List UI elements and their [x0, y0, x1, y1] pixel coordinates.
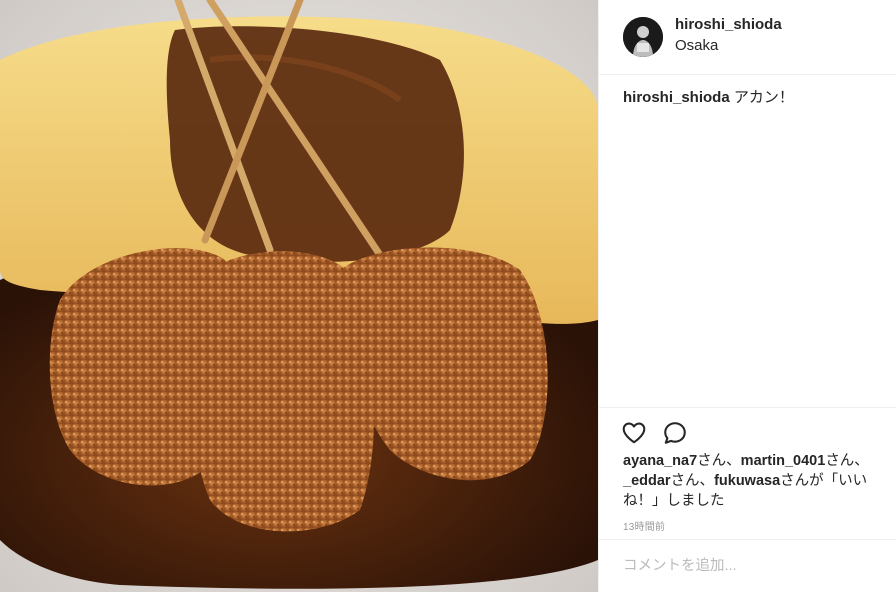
likes-summary: ayana_na7さん、martin_0401さん、_eddarさん、fukuw… — [623, 451, 891, 511]
liker-link[interactable]: fukuwasa — [714, 473, 780, 489]
post-timestamp[interactable]: 13時間前 — [623, 518, 665, 533]
author-username[interactable]: hiroshi_shioda — [675, 16, 782, 33]
add-comment-area — [599, 539, 896, 592]
liker-link[interactable]: _eddar — [623, 473, 671, 489]
post-sidebar: hiroshi_shioda Osaka hiroshi_shioda アカン！… — [598, 0, 896, 592]
liker-link[interactable]: ayana_na7 — [623, 453, 697, 469]
avatar[interactable] — [623, 17, 663, 57]
likes-separator: さん、 — [697, 453, 741, 469]
like-button[interactable] — [621, 420, 647, 446]
caption-text: アカン！ — [729, 89, 794, 106]
comment-icon — [664, 422, 686, 444]
likes-separator: さん、 — [670, 473, 715, 489]
avatar-photo-icon — [623, 17, 663, 57]
liker-link[interactable]: martin_0401 — [741, 453, 826, 469]
food-photo-illustration — [0, 0, 598, 592]
caption-username[interactable]: hiroshi_shioda — [623, 89, 730, 106]
post-location[interactable]: Osaka — [675, 37, 718, 54]
comment-input[interactable] — [623, 554, 873, 578]
heart-icon — [622, 422, 646, 444]
post-photo[interactable] — [0, 0, 598, 592]
post-caption: hiroshi_shioda アカン！ — [623, 88, 794, 108]
action-bar — [599, 407, 896, 453]
post-header: hiroshi_shioda Osaka — [599, 0, 896, 75]
likes-separator: さん、 — [825, 453, 869, 469]
comment-button[interactable] — [662, 420, 688, 446]
